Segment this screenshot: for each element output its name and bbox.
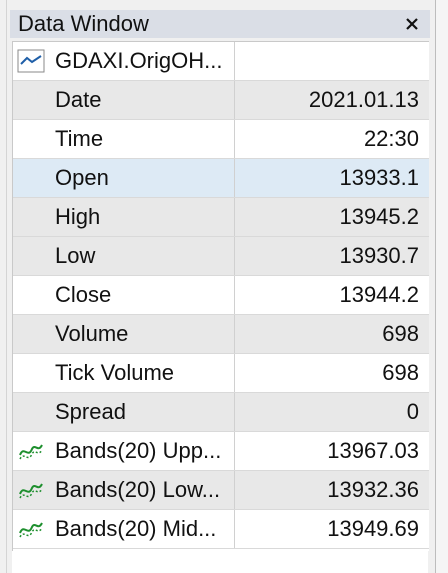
row-label: Volume bbox=[55, 321, 129, 346]
row-name-cell: Tick Volume bbox=[13, 354, 235, 392]
row-label: Time bbox=[55, 126, 104, 151]
row-value: 13967.03 bbox=[327, 438, 419, 463]
scrollbar[interactable] bbox=[435, 0, 448, 573]
row-label: Bands(20) Mid... bbox=[55, 516, 217, 541]
indicator-row-bands-lower[interactable]: Bands(20) Low... 13932.36 bbox=[13, 471, 429, 510]
empty-area bbox=[12, 551, 428, 573]
window-title: Data Window bbox=[18, 11, 149, 36]
row-value: 13930.7 bbox=[339, 243, 419, 268]
row-open[interactable]: Open 13933.1 bbox=[13, 159, 429, 198]
close-button[interactable] bbox=[398, 10, 426, 38]
close-icon bbox=[406, 18, 418, 30]
row-name-cell: Bands(20) Mid... bbox=[13, 510, 235, 548]
row-value: 22:30 bbox=[363, 126, 419, 151]
row-label: Date bbox=[55, 87, 102, 112]
row-name-cell: Close bbox=[13, 276, 235, 314]
row-label: Spread bbox=[55, 399, 126, 424]
row-volume[interactable]: Volume 698 bbox=[13, 315, 429, 354]
indicator-row-bands-middle[interactable]: Bands(20) Mid... 13949.69 bbox=[13, 510, 429, 549]
line-chart-icon bbox=[17, 49, 45, 73]
bands-indicator-icon bbox=[19, 444, 43, 460]
row-value: 13949.69 bbox=[327, 516, 419, 541]
row-name-cell: Bands(20) Low... bbox=[13, 471, 235, 509]
row-name-cell: Spread bbox=[13, 393, 235, 431]
symbol-row[interactable]: GDAXI.OrigOH... bbox=[13, 42, 429, 81]
row-name-cell: Low bbox=[13, 237, 235, 275]
row-name-cell: Time bbox=[13, 120, 235, 158]
title-bar[interactable]: Data Window bbox=[10, 10, 430, 38]
row-label: Bands(20) Low... bbox=[55, 477, 221, 502]
data-window: Data Window GDAXI.OrigOH... Date 2021.01… bbox=[0, 0, 448, 573]
row-high[interactable]: High 13945.2 bbox=[13, 198, 429, 237]
row-value: 13945.2 bbox=[339, 204, 419, 229]
row-time[interactable]: Time 22:30 bbox=[13, 120, 429, 159]
row-value: 13933.1 bbox=[339, 165, 419, 190]
row-value: 13932.36 bbox=[327, 477, 419, 502]
row-label: Open bbox=[55, 165, 109, 190]
indicator-row-bands-upper[interactable]: Bands(20) Upp... 13967.03 bbox=[13, 432, 429, 471]
row-name-cell: Open bbox=[13, 159, 235, 197]
symbol-name: GDAXI.OrigOH... bbox=[55, 48, 223, 73]
row-date[interactable]: Date 2021.01.13 bbox=[13, 81, 429, 120]
row-value: 698 bbox=[382, 321, 419, 346]
symbol-cell: GDAXI.OrigOH... bbox=[13, 42, 235, 80]
row-value: 0 bbox=[406, 399, 419, 424]
row-label: High bbox=[55, 204, 101, 229]
row-label: Low bbox=[55, 243, 96, 268]
row-value: 698 bbox=[382, 360, 419, 385]
row-tick-volume[interactable]: Tick Volume 698 bbox=[13, 354, 429, 393]
row-name-cell: High bbox=[13, 198, 235, 236]
row-label: Close bbox=[55, 282, 112, 307]
row-low[interactable]: Low 13930.7 bbox=[13, 237, 429, 276]
row-value: 2021.01.13 bbox=[308, 87, 419, 112]
row-label: Tick Volume bbox=[55, 360, 175, 385]
row-close[interactable]: Close 13944.2 bbox=[13, 276, 429, 315]
row-value: 13944.2 bbox=[339, 282, 419, 307]
symbol-value bbox=[235, 42, 429, 80]
row-name-cell: Volume bbox=[13, 315, 235, 353]
row-spread[interactable]: Spread 0 bbox=[13, 393, 429, 432]
row-name-cell: Bands(20) Upp... bbox=[13, 432, 235, 470]
data-grid: GDAXI.OrigOH... Date 2021.01.13 Time 22:… bbox=[12, 41, 429, 551]
row-name-cell: Date bbox=[13, 81, 235, 119]
left-border bbox=[0, 0, 7, 573]
bands-indicator-icon bbox=[19, 483, 43, 499]
row-label: Bands(20) Upp... bbox=[55, 438, 222, 463]
bands-indicator-icon bbox=[19, 522, 43, 538]
